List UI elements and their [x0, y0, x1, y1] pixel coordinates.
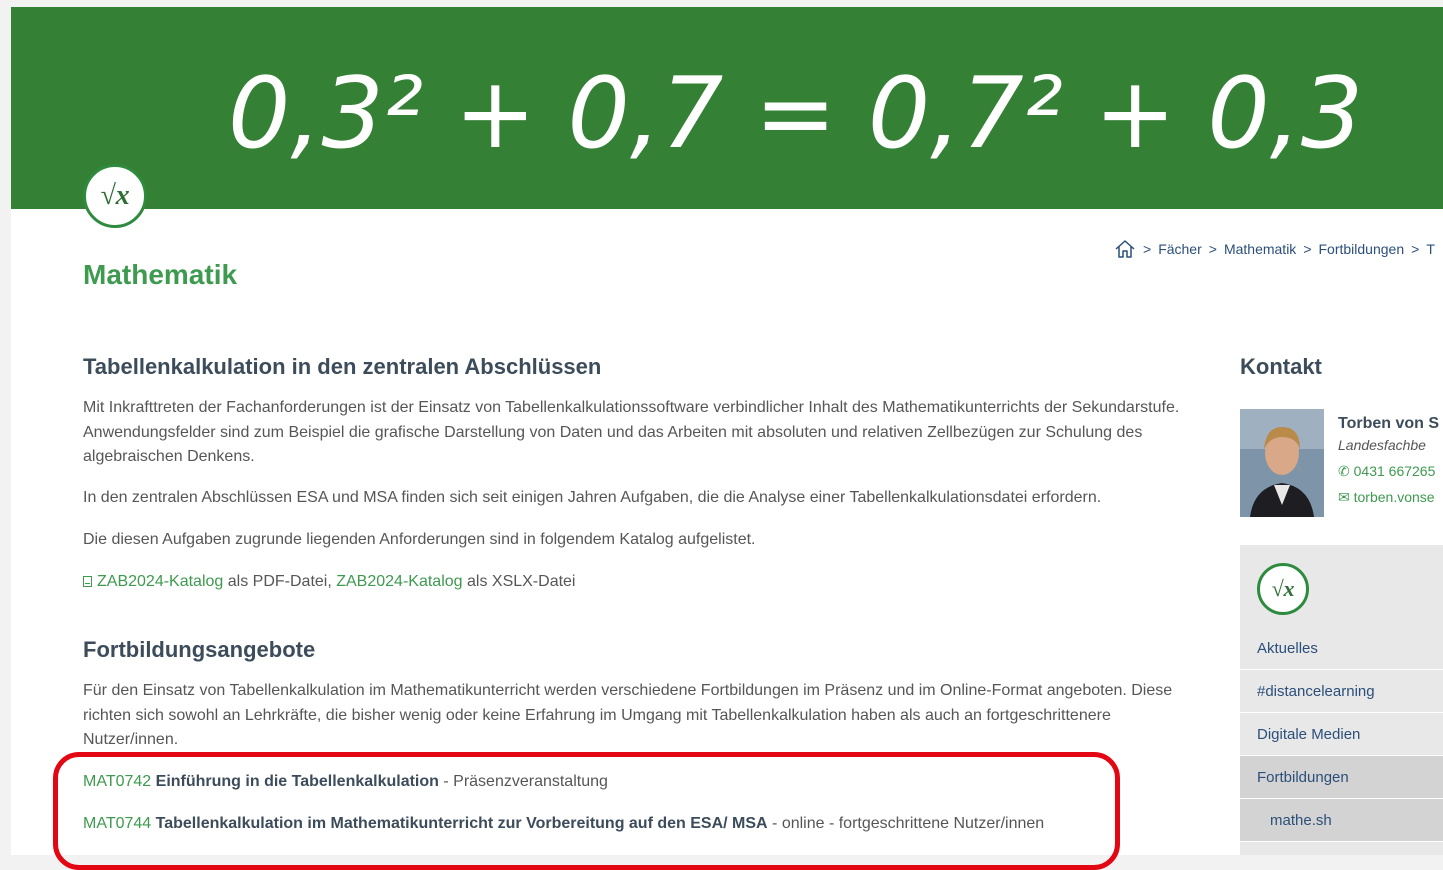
section-heading-fortbildungsangebote: Fortbildungsangebote — [83, 637, 316, 662]
esa-msa-paragraph: In den zentralen Abschlüssen ESA und MSA… — [83, 489, 1102, 506]
breadcrumb-item-mathematik[interactable]: Mathematik — [1224, 241, 1296, 257]
intro-line-2: Anwendungsfelder sind zum Beispiel die g… — [83, 423, 1143, 441]
math-logo-icon[interactable]: √x — [1257, 563, 1309, 615]
logo-text: √x — [1271, 576, 1295, 601]
math-logo-icon[interactable]: √x — [83, 164, 147, 228]
banner-equation: 0,3² + 0,7 = 0,7² + 0,3 — [228, 57, 1364, 171]
mail-icon: ✉ — [1338, 489, 1350, 505]
site-title[interactable]: Mathematik — [83, 259, 237, 291]
intro-line-3: algebraischen Denkens. — [83, 448, 255, 465]
contact-heading: Kontakt — [1240, 354, 1322, 379]
sidebar-item-distancelearning[interactable]: #distancelearning — [1240, 670, 1443, 713]
catalog-xlsx-link[interactable]: ZAB2024-Katalog — [336, 573, 462, 590]
contact-email[interactable]: ✉ torben.vonse — [1338, 489, 1435, 506]
download-text-pdf: als PDF-Datei, — [223, 573, 337, 590]
breadcrumb-separator: > — [1143, 241, 1152, 257]
contact-card: Torben von S Landesfachbe ✆ 0431 667265 … — [1240, 409, 1443, 517]
contact-phone[interactable]: ✆ 0431 667265 — [1338, 463, 1435, 480]
contact-role: Landesfachbe — [1338, 437, 1426, 453]
download-line: ZAB2024-Katalog als PDF-Datei, ZAB2024-K… — [83, 570, 575, 595]
catalog-paragraph: Die diesen Aufgaben zugrunde liegenden A… — [83, 531, 756, 548]
catalog-pdf-link[interactable]: ZAB2024-Katalog — [97, 573, 223, 590]
breadcrumb: > Fächer > Mathematik > Fortbildungen > … — [1114, 239, 1435, 259]
contact-email-address: torben.vonse — [1353, 489, 1435, 505]
avatar-photo — [1240, 409, 1324, 517]
fortbildung-line-2: richten sich sowohl an Lehrkräfte, die b… — [83, 706, 1111, 724]
contact-phone-number: 0431 667265 — [1353, 463, 1436, 479]
file-icon — [83, 576, 92, 587]
logo-text: √x — [100, 180, 130, 211]
highlight-annotation — [53, 752, 1120, 870]
sidebar-item-aktuelles[interactable]: Aktuelles — [1240, 627, 1443, 670]
section-heading-tabellenkalkulation: Tabellenkalkulation in den zentralen Abs… — [83, 354, 602, 379]
phone-icon: ✆ — [1338, 463, 1350, 479]
breadcrumb-separator: > — [1208, 241, 1217, 257]
breadcrumb-separator: > — [1411, 241, 1420, 257]
header-banner: 0,3² + 0,7 = 0,7² + 0,3 — [11, 7, 1443, 209]
sidebar-item-mathe-sh[interactable]: mathe.sh — [1240, 799, 1443, 842]
sidebar-item-fortbildungen[interactable]: Fortbildungen — [1240, 756, 1443, 799]
page: 0,3² + 0,7 = 0,7² + 0,3 √x Mathematik > … — [11, 7, 1443, 855]
fortbildung-line-3: Nutzer/innen. — [83, 731, 179, 748]
avatar — [1240, 409, 1324, 517]
fortbildung-paragraph: Für den Einsatz von Tabellenkalkulation … — [83, 679, 1233, 753]
sidebar-item-digitale-medien[interactable]: Digitale Medien — [1240, 713, 1443, 756]
breadcrumb-item-current[interactable]: T — [1426, 241, 1435, 257]
breadcrumb-item-fortbildungen[interactable]: Fortbildungen — [1319, 241, 1405, 257]
breadcrumb-item-faecher[interactable]: Fächer — [1158, 241, 1202, 257]
intro-paragraph: Mit Inkrafttreten der Fachanforderungen … — [83, 396, 1233, 470]
intro-line-1: Mit Inkrafttreten der Fachanforderungen … — [83, 399, 1180, 416]
breadcrumb-separator: > — [1303, 241, 1312, 257]
download-text-xlsx: als XSLX-Datei — [462, 573, 576, 590]
contact-name: Torben von S — [1338, 415, 1440, 432]
home-icon[interactable] — [1114, 239, 1136, 259]
sidebar-nav: √x Aktuelles #distancelearning Digitale … — [1240, 545, 1443, 855]
fortbildung-line-1: Für den Einsatz von Tabellenkalkulation … — [83, 682, 1173, 699]
